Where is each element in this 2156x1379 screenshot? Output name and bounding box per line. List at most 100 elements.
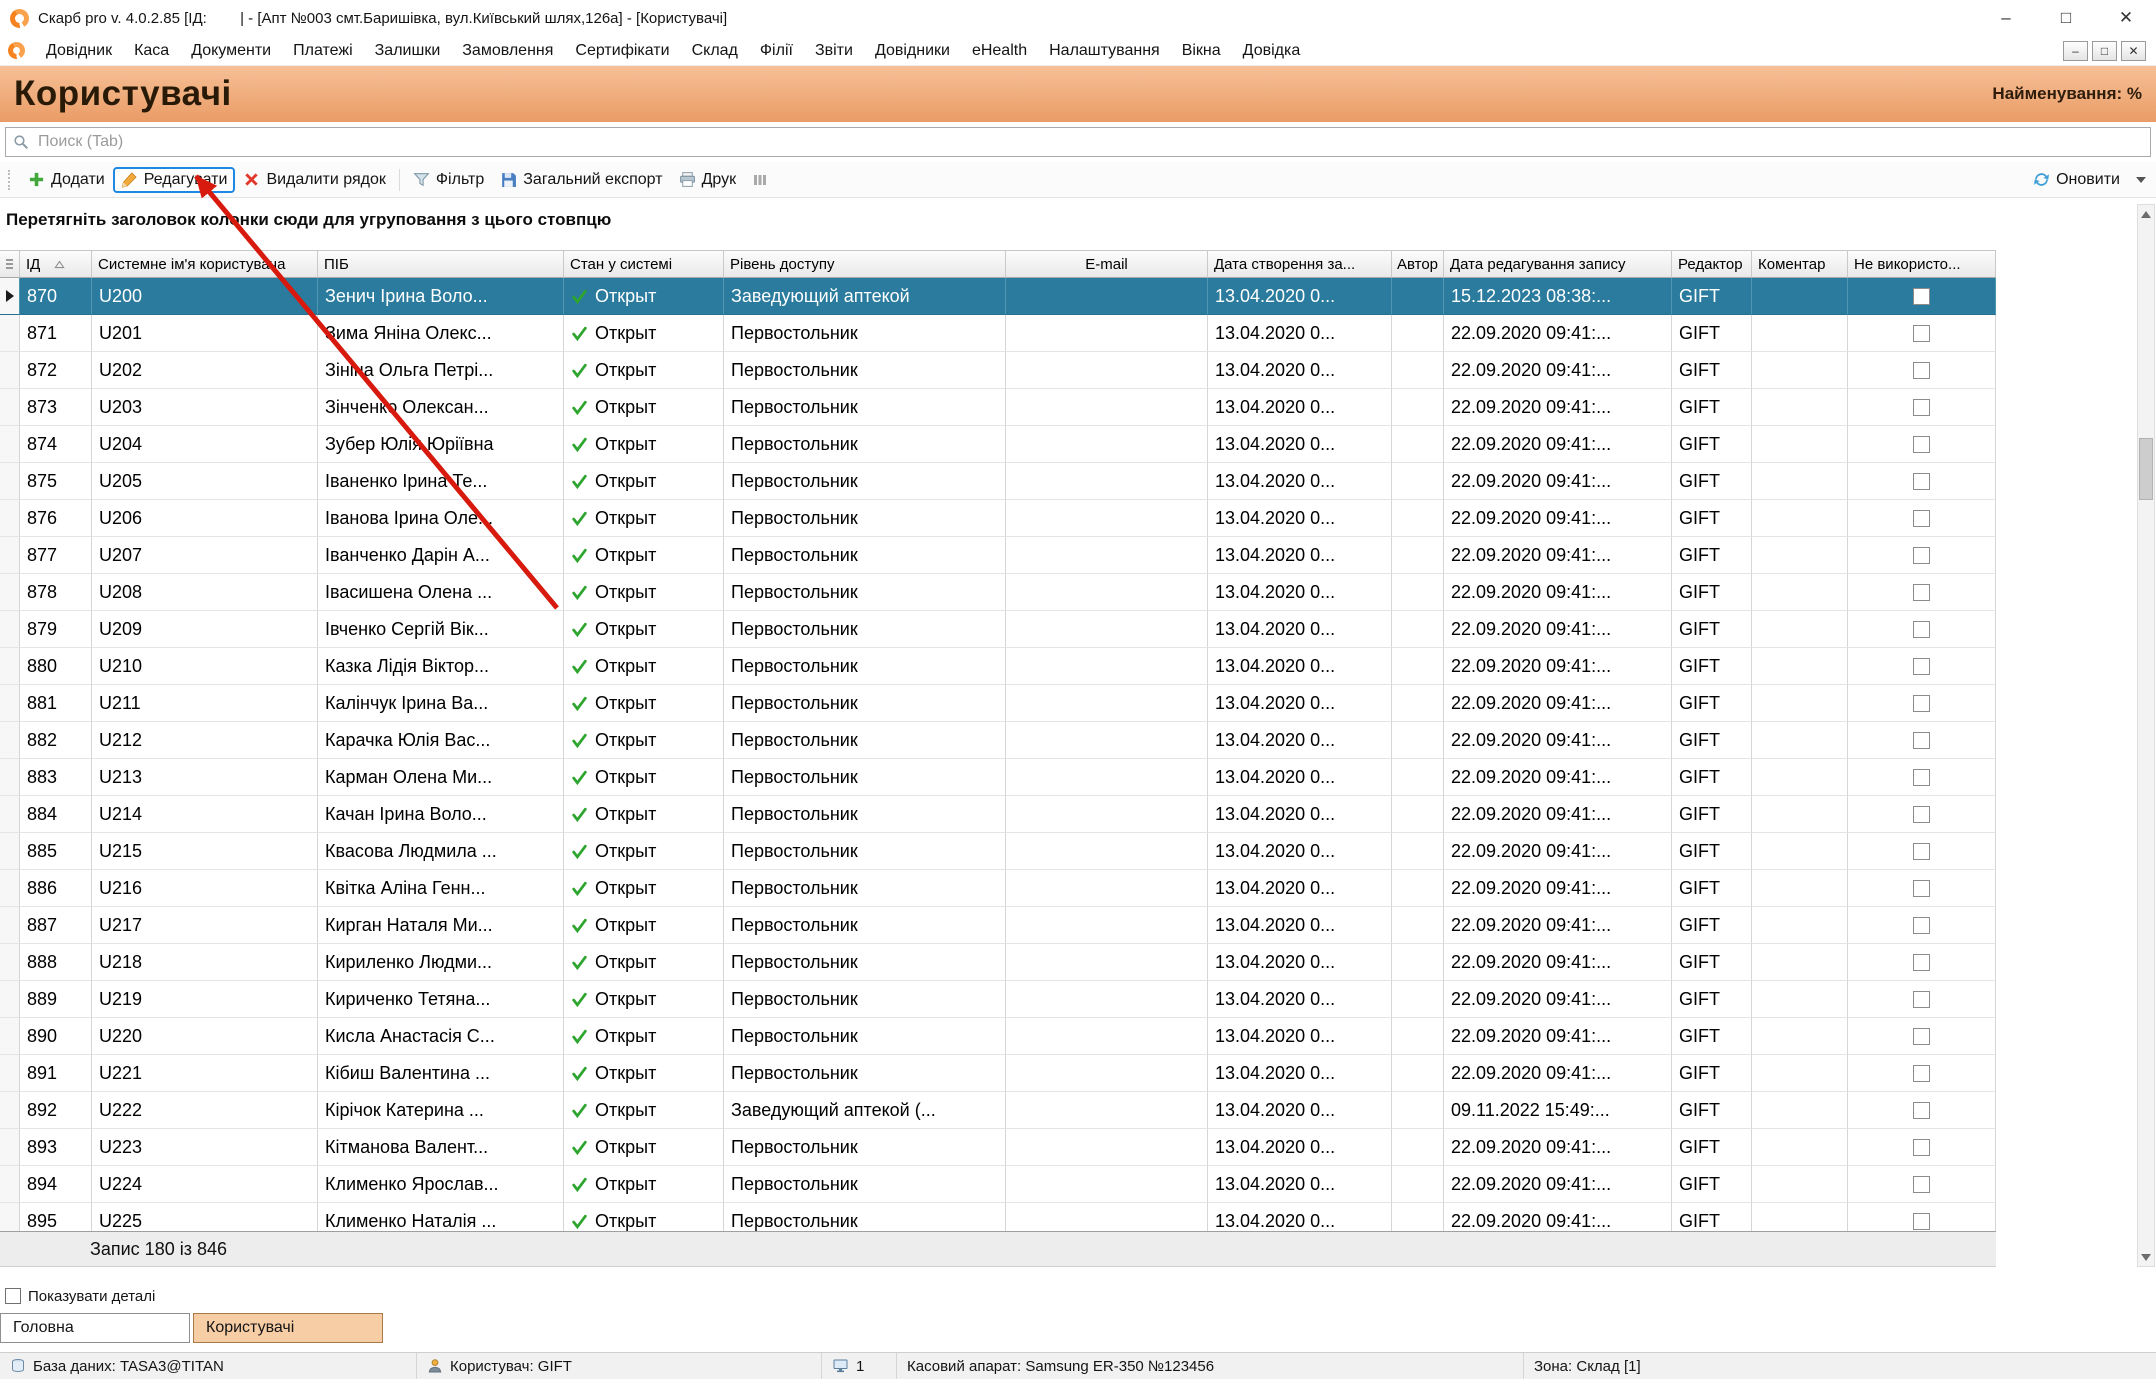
filter-button[interactable]: Фільтр — [405, 167, 492, 193]
menu-item-4[interactable]: Платежі — [282, 36, 364, 65]
mdi-restore-button[interactable]: □ — [2092, 41, 2117, 61]
table-row[interactable]: 871U201Зима Яніна Олекс...ОткрытПервосто… — [0, 315, 1996, 352]
show-details-checkbox[interactable] — [5, 1288, 21, 1304]
menu-item-10[interactable]: Звіти — [804, 36, 864, 65]
table-row[interactable]: 878U208Івасишена Олена ...ОткрытПервосто… — [0, 574, 1996, 611]
scroll-up-button[interactable] — [2138, 205, 2154, 223]
close-button[interactable]: ✕ — [2096, 0, 2156, 36]
unused-checkbox[interactable] — [1913, 658, 1930, 675]
table-row[interactable]: 887U217Кирган Наталя Ми...ОткрытПервосто… — [0, 907, 1996, 944]
column-header-5[interactable]: Рівень доступу — [724, 250, 1006, 278]
unused-checkbox[interactable] — [1913, 288, 1930, 305]
table-row[interactable]: 884U214Качан Ірина Воло...ОткрытПервосто… — [0, 796, 1996, 833]
unused-checkbox[interactable] — [1913, 843, 1930, 860]
column-header-10[interactable]: Редактор — [1672, 250, 1752, 278]
column-header-11[interactable]: Коментар — [1752, 250, 1848, 278]
export-button[interactable]: Загальний експорт — [492, 167, 670, 193]
unused-checkbox[interactable] — [1913, 954, 1930, 971]
unused-checkbox[interactable] — [1913, 806, 1930, 823]
table-row[interactable]: 877U207Іванченко Дарін А...ОткрытПервост… — [0, 537, 1996, 574]
minimize-button[interactable]: – — [1976, 0, 2036, 36]
table-row[interactable]: 883U213Карман Олена Ми...ОткрытПервостол… — [0, 759, 1996, 796]
table-row[interactable]: 870U200Зенич Ірина Воло...ОткрытЗаведующ… — [0, 278, 1996, 315]
maximize-button[interactable]: □ — [2036, 0, 2096, 36]
table-row[interactable]: 894U224Клименко Ярослав...ОткрытПервосто… — [0, 1166, 1996, 1203]
delete-row-button[interactable]: Видалити рядок — [235, 167, 393, 193]
table-row[interactable]: 874U204Зубер Юлія ЮріївнаОткрытПервостол… — [0, 426, 1996, 463]
mdi-close-button[interactable]: ✕ — [2121, 41, 2146, 61]
menu-item-15[interactable]: Довідка — [1232, 36, 1312, 65]
column-header-6[interactable]: E-mail — [1006, 250, 1208, 278]
column-header-3[interactable]: ПІБ — [318, 250, 564, 278]
print-button[interactable]: Друк — [671, 167, 745, 193]
table-row[interactable]: 893U223Кітманова Валент...ОткрытПервосто… — [0, 1129, 1996, 1166]
search-box[interactable] — [5, 127, 2151, 157]
add-button[interactable]: Додати — [20, 167, 113, 193]
menu-item-8[interactable]: Склад — [681, 36, 749, 65]
table-row[interactable]: 875U205Іваненко Ірина Те...ОткрытПервост… — [0, 463, 1996, 500]
unused-checkbox[interactable] — [1913, 1065, 1930, 1082]
unused-checkbox[interactable] — [1913, 1213, 1930, 1230]
unused-checkbox[interactable] — [1913, 325, 1930, 342]
unused-checkbox[interactable] — [1913, 732, 1930, 749]
table-row[interactable]: 891U221Кібиш Валентина ...ОткрытПервосто… — [0, 1055, 1996, 1092]
refresh-button[interactable]: Оновити — [2025, 167, 2128, 193]
mdi-minimize-button[interactable]: – — [2063, 41, 2088, 61]
search-input[interactable] — [36, 132, 2150, 152]
column-header-4[interactable]: Стан у системі — [564, 250, 724, 278]
edit-button[interactable]: Редагувати — [113, 167, 236, 193]
table-row[interactable]: 880U210Казка Лідія Віктор...ОткрытПервос… — [0, 648, 1996, 685]
table-row[interactable]: 888U218Кириленко Людми...ОткрытПервостол… — [0, 944, 1996, 981]
menu-item-1[interactable]: Довідник — [35, 36, 123, 65]
unused-checkbox[interactable] — [1913, 584, 1930, 601]
unused-checkbox[interactable] — [1913, 473, 1930, 490]
unused-checkbox[interactable] — [1913, 1028, 1930, 1045]
unused-checkbox[interactable] — [1913, 769, 1930, 786]
unused-checkbox[interactable] — [1913, 436, 1930, 453]
unused-checkbox[interactable] — [1913, 880, 1930, 897]
unused-checkbox[interactable] — [1913, 1102, 1930, 1119]
table-row[interactable]: 890U220Кисла Анастасія С...ОткрытПервост… — [0, 1018, 1996, 1055]
column-header-1[interactable]: ІД — [20, 250, 92, 278]
column-header-8[interactable]: Автор — [1392, 250, 1444, 278]
column-header-9[interactable]: Дата редагування запису — [1444, 250, 1672, 278]
unused-checkbox[interactable] — [1913, 547, 1930, 564]
scrollbar-thumb[interactable] — [2139, 438, 2153, 500]
menu-item-12[interactable]: eHealth — [961, 36, 1038, 65]
unused-checkbox[interactable] — [1913, 1176, 1930, 1193]
menu-item-2[interactable]: Каса — [123, 36, 180, 65]
columns-button[interactable] — [744, 168, 776, 192]
menu-item-7[interactable]: Сертифікати — [564, 36, 680, 65]
table-row[interactable]: 882U212Карачка Юлія Вас...ОткрытПервосто… — [0, 722, 1996, 759]
unused-checkbox[interactable] — [1913, 510, 1930, 527]
unused-checkbox[interactable] — [1913, 695, 1930, 712]
menu-item-3[interactable]: Документи — [180, 36, 282, 65]
column-header-7[interactable]: Дата створення за... — [1208, 250, 1392, 278]
unused-checkbox[interactable] — [1913, 917, 1930, 934]
menu-item-11[interactable]: Довідники — [864, 36, 961, 65]
toolbar-overflow-chevron-icon[interactable] — [2136, 177, 2146, 183]
tab-users[interactable]: Користувачі — [193, 1313, 383, 1343]
table-row[interactable]: 876U206Іванова Ірина Оле...ОткрытПервост… — [0, 500, 1996, 537]
table-row[interactable]: 892U222Кірічок Катерина ...ОткрытЗаведую… — [0, 1092, 1996, 1129]
table-row[interactable]: 873U203Зінченко Олексан...ОткрытПервосто… — [0, 389, 1996, 426]
group-panel[interactable]: Перетягніть заголовок колонки сюди для у… — [0, 198, 2156, 250]
unused-checkbox[interactable] — [1913, 362, 1930, 379]
tab-main[interactable]: Головна — [0, 1313, 190, 1343]
table-row[interactable]: 872U202Зініна Ольга Петрі...ОткрытПервос… — [0, 352, 1996, 389]
column-header-12[interactable]: Не використо... — [1848, 250, 1996, 278]
vertical-scrollbar[interactable] — [2137, 204, 2155, 1267]
table-row[interactable]: 885U215Квасова Людмила ...ОткрытПервосто… — [0, 833, 1996, 870]
menu-item-5[interactable]: Залишки — [364, 36, 452, 65]
unused-checkbox[interactable] — [1913, 399, 1930, 416]
table-row[interactable]: 881U211Калінчук Ірина Ва...ОткрытПервост… — [0, 685, 1996, 722]
unused-checkbox[interactable] — [1913, 991, 1930, 1008]
scroll-down-button[interactable] — [2138, 1248, 2154, 1266]
table-row[interactable]: 886U216Квітка Аліна Генн...ОткрытПервост… — [0, 870, 1996, 907]
table-row[interactable]: 889U219Кириченко Тетяна...ОткрытПервосто… — [0, 981, 1996, 1018]
menu-item-9[interactable]: Філії — [749, 36, 804, 65]
column-header-2[interactable]: Системне ім'я користувача — [92, 250, 318, 278]
unused-checkbox[interactable] — [1913, 1139, 1930, 1156]
table-row[interactable]: 879U209Івченко Сергій Вік...ОткрытПервос… — [0, 611, 1996, 648]
unused-checkbox[interactable] — [1913, 621, 1930, 638]
